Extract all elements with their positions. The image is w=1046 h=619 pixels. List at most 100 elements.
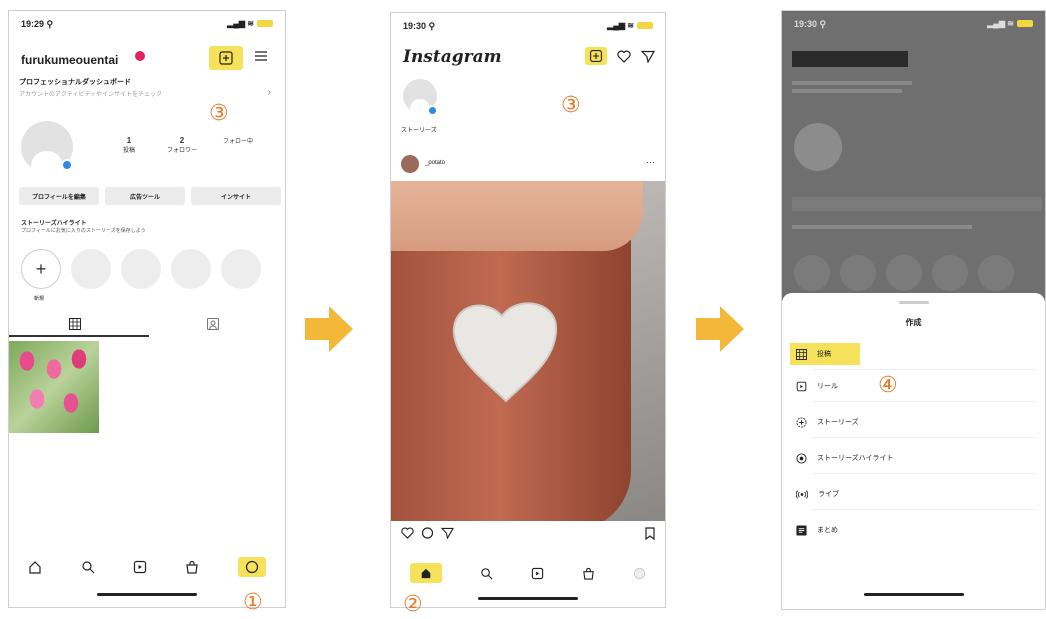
home-indicator [863, 593, 964, 596]
post-thumbnail-tulips[interactable] [9, 341, 99, 433]
status-time: 19:30 ⚲ [794, 19, 827, 29]
shop-icon[interactable] [582, 567, 595, 580]
new-highlight-button[interactable]: + [21, 249, 61, 289]
insights-button[interactable]: インサイト [191, 187, 281, 205]
hamburger-icon [255, 51, 267, 61]
battery-icon [637, 22, 653, 30]
menu-hamburger-button[interactable] [254, 49, 268, 63]
menu-item-reel[interactable]: リール [790, 375, 844, 397]
heart-icon[interactable] [617, 50, 631, 63]
divider [812, 437, 1037, 438]
highlights-title: ストーリーズハイライト [21, 221, 87, 227]
stat-following[interactable]: フォロー中 [213, 136, 263, 145]
sheet-title: 作成 [905, 318, 922, 327]
status-bar: 19:30 ⚲ ▂▄▆ ≋ [794, 19, 1033, 33]
status-time: 19:30 ⚲ [403, 21, 436, 31]
status-signal: ▂▄▆ ≋ [987, 19, 1033, 28]
add-story-badge-icon[interactable] [61, 159, 73, 171]
more-options-icon[interactable]: ··· [646, 157, 655, 167]
home-indicator [97, 593, 197, 596]
comment-icon[interactable] [421, 527, 434, 539]
reels-icon[interactable] [531, 567, 544, 580]
highlights-row: + [21, 249, 261, 289]
divider [812, 509, 1037, 510]
divider [812, 369, 1037, 370]
arrow-right-icon [696, 306, 744, 352]
live-icon [796, 489, 808, 500]
stat-posts[interactable]: 1 投稿 [109, 136, 149, 154]
post-author-avatar[interactable] [401, 155, 419, 173]
home-tab-button[interactable] [410, 563, 442, 583]
profile-icon [245, 560, 258, 574]
plus-square-icon [590, 50, 602, 62]
highlight-icon [796, 452, 807, 464]
active-tab-indicator [9, 335, 149, 337]
home-icon[interactable] [28, 560, 42, 574]
pot-rim-shape [391, 181, 643, 251]
dim-text-line [792, 225, 972, 229]
home-icon [421, 568, 431, 579]
divider [812, 473, 1037, 474]
status-bar: 19:30 ⚲ ▂▄▆ ≋ [403, 21, 653, 35]
step-number-2: ② [403, 592, 423, 617]
stat-followers[interactable]: 2 フォロワー [159, 136, 205, 154]
home-indicator [478, 597, 578, 600]
sheet-grab-handle[interactable] [898, 301, 929, 304]
profile-tabs [9, 315, 285, 337]
dashboard-subtitle: アカウントのアクティビティやインサイトをチェック [19, 92, 162, 98]
home-feed-screen: 19:30 ⚲ ▂▄▆ ≋ Instagram ストーリーズ ③ _potato… [390, 12, 666, 608]
post-photo-heart-pot[interactable] [391, 181, 665, 521]
dim-buttons [792, 197, 1042, 211]
tagged-person-icon [207, 318, 219, 330]
dimmed-profile-background: 19:30 ⚲ ▂▄▆ ≋ [782, 11, 1045, 301]
dim-highlights [794, 255, 1014, 291]
create-plus-button[interactable] [585, 47, 607, 65]
header-actions [585, 47, 655, 65]
post-actions [401, 525, 655, 543]
dashboard-title: プロフェッショナルダッシュボード [19, 79, 131, 86]
menu-item-story[interactable]: ストーリーズ [790, 411, 865, 433]
tagged-tab[interactable] [207, 318, 219, 330]
new-highlight-label: 新規 [34, 296, 45, 302]
professional-dashboard[interactable]: プロフェッショナルダッシュボード アカウントのアクティビティやインサイトをチェッ… [19, 77, 275, 111]
status-signal: ▂▄▆ ≋ [607, 21, 653, 30]
highlights-subtitle: プロフィールにお気に入りのストーリーズを保存しよう [21, 228, 146, 234]
post-header: _potato ··· [391, 149, 665, 179]
add-story-badge-icon[interactable] [427, 105, 438, 116]
search-icon[interactable] [480, 567, 493, 580]
bookmark-icon[interactable] [645, 527, 655, 540]
guide-icon [796, 524, 807, 536]
divider [812, 401, 1037, 402]
step-number-3: ③ [561, 93, 581, 118]
like-heart-icon[interactable] [401, 527, 414, 539]
reels-icon[interactable] [133, 560, 147, 574]
dim-text-line [792, 89, 902, 93]
plus-square-icon [219, 51, 233, 65]
battery-icon [1017, 20, 1033, 28]
profile-username[interactable]: furukumeouentai [21, 53, 118, 67]
create-plus-button[interactable] [209, 46, 243, 70]
menu-item-story-highlight[interactable]: ストーリーズハイライト [790, 447, 900, 469]
post-author-name[interactable]: _potato [425, 160, 445, 166]
your-story-label: ストーリーズ [401, 128, 437, 134]
shop-icon[interactable] [185, 560, 199, 574]
notification-dot-icon [135, 51, 145, 61]
direct-message-icon[interactable] [641, 50, 655, 63]
menu-item-live[interactable]: ライブ [790, 483, 845, 505]
profile-tab-button[interactable] [237, 557, 266, 577]
ad-tools-button[interactable]: 広告ツール [105, 187, 185, 205]
edit-profile-button[interactable]: プロフィールを編集 [19, 187, 99, 205]
create-menu-screen: 19:30 ⚲ ▂▄▆ ≋ 作成 投稿 ④ リール ストーリーズ ストーリーズハ… [781, 10, 1046, 610]
share-icon[interactable] [441, 527, 454, 539]
profile-screen: 19:29 ⚲ ▂▄▆ ≋ furukumeouentai プロフェッショナルダ… [8, 10, 286, 608]
instagram-logo: Instagram [403, 47, 502, 67]
profile-icon[interactable] [633, 567, 646, 580]
grid-tab[interactable] [69, 318, 81, 330]
dim-text-line [792, 81, 912, 85]
battery-icon [257, 20, 273, 28]
reel-icon [796, 381, 807, 392]
menu-item-guide[interactable]: まとめ [790, 519, 844, 541]
search-icon[interactable] [81, 560, 95, 574]
step-number-3: ③ [209, 101, 229, 126]
menu-item-post[interactable]: 投稿 [790, 343, 860, 365]
